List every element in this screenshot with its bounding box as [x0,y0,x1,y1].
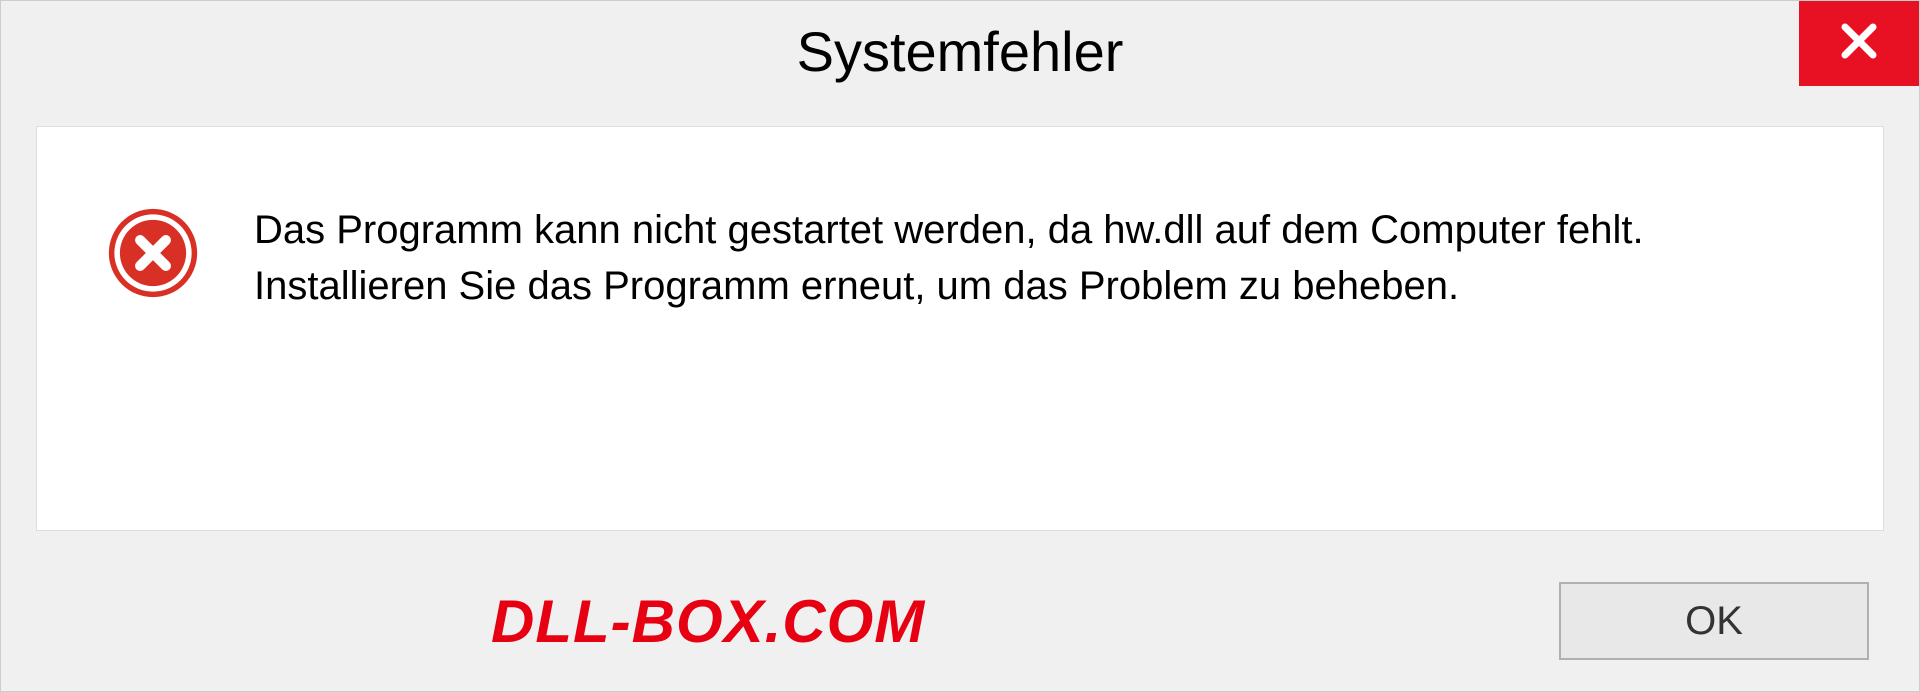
close-button[interactable] [1799,1,1919,86]
ok-button[interactable]: OK [1559,582,1869,660]
close-icon [1835,17,1883,70]
message-line-2: Installieren Sie das Programm erneut, um… [254,258,1644,314]
error-dialog: Systemfehler Das Programm kann nicht ges… [0,0,1920,692]
error-message: Das Programm kann nicht gestartet werden… [254,202,1644,314]
dialog-title: Systemfehler [797,19,1124,84]
titlebar: Systemfehler [1,1,1919,101]
error-icon [107,207,199,304]
dialog-content: Das Programm kann nicht gestartet werden… [36,126,1884,531]
dialog-footer: DLL-BOX.COM OK [1,551,1919,691]
message-line-1: Das Programm kann nicht gestartet werden… [254,202,1644,258]
watermark-text: DLL-BOX.COM [491,587,925,656]
